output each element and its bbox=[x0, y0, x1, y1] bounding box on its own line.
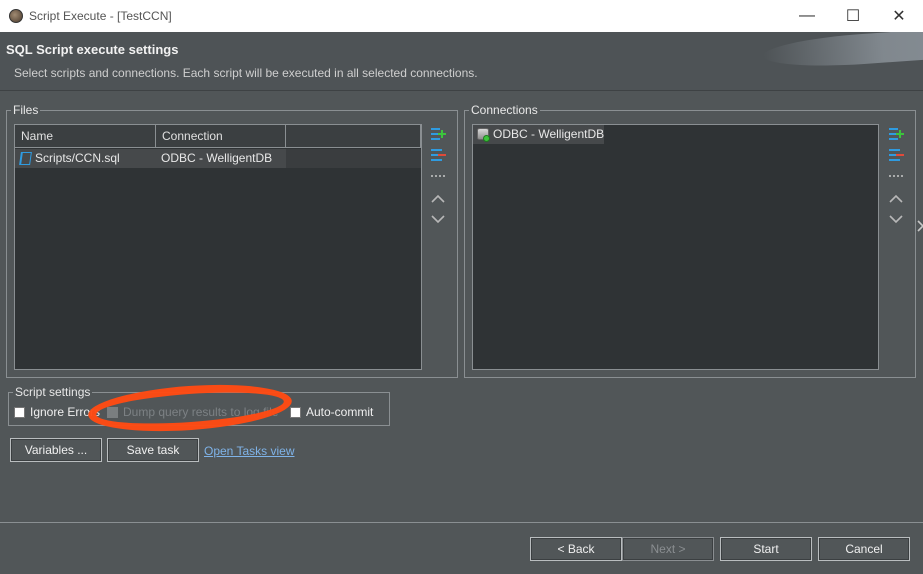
file-name: Scripts/CCN.sql bbox=[35, 151, 120, 165]
chevron-up-icon[interactable] bbox=[887, 191, 905, 207]
remove-icon[interactable] bbox=[429, 147, 447, 163]
page-description: Select scripts and connections. Each scr… bbox=[14, 66, 478, 80]
ellipsis-icon[interactable] bbox=[429, 168, 447, 184]
add-icon[interactable] bbox=[429, 126, 447, 142]
chevron-up-icon[interactable] bbox=[429, 191, 447, 207]
files-toolbar bbox=[429, 124, 447, 234]
page-title: SQL Script execute settings bbox=[6, 42, 179, 57]
auto-commit-box[interactable] bbox=[290, 406, 301, 418]
app-icon bbox=[9, 9, 23, 23]
start-button[interactable]: Start bbox=[720, 537, 812, 561]
maximize-button[interactable]: ☐ bbox=[830, 0, 876, 32]
database-icon bbox=[477, 128, 490, 142]
files-group-label: Files bbox=[11, 103, 41, 117]
save-task-button[interactable]: Save task bbox=[107, 438, 199, 462]
connections-toolbar bbox=[887, 124, 905, 234]
window-titlebar: Script Execute - [TestCCN] — ☐ ✕ bbox=[0, 0, 923, 32]
auto-commit-checkbox[interactable]: Auto-commit bbox=[290, 405, 373, 419]
footer-separator bbox=[0, 522, 923, 523]
column-header-name[interactable]: Name bbox=[15, 125, 156, 148]
chevron-down-icon[interactable] bbox=[429, 211, 447, 227]
ignore-errors-checkbox[interactable]: Ignore Errors bbox=[14, 405, 100, 419]
ignore-errors-box[interactable] bbox=[14, 406, 25, 418]
column-header-connection[interactable]: Connection bbox=[156, 125, 286, 148]
cancel-button[interactable]: Cancel bbox=[818, 537, 910, 561]
auto-commit-label: Auto-commit bbox=[306, 405, 374, 419]
file-connection-cell[interactable]: ODBC - WelligentDB bbox=[156, 149, 286, 168]
script-settings-label: Script settings bbox=[13, 385, 93, 399]
files-table-header: Name Connection bbox=[15, 125, 421, 148]
column-header-empty bbox=[286, 125, 421, 148]
connection-item-cell[interactable]: ODBC - WelligentDB bbox=[473, 125, 604, 144]
connection-name: ODBC - WelligentDB bbox=[493, 127, 605, 141]
minimize-button[interactable]: — bbox=[784, 0, 830, 32]
ellipsis-icon[interactable] bbox=[887, 168, 905, 184]
back-button[interactable]: < Back bbox=[530, 537, 622, 561]
files-table[interactable]: Name Connection Scripts/CCN.sql ODBC - W… bbox=[14, 124, 422, 370]
table-row[interactable]: Scripts/CCN.sql ODBC - WelligentDB bbox=[15, 149, 421, 168]
add-icon[interactable] bbox=[887, 126, 905, 142]
annotation-circle bbox=[86, 378, 294, 438]
file-name-cell[interactable]: Scripts/CCN.sql bbox=[15, 149, 156, 168]
close-button[interactable]: ✕ bbox=[876, 0, 922, 32]
pane-scroll-arrow[interactable] bbox=[917, 218, 923, 234]
remove-icon[interactable] bbox=[887, 147, 905, 163]
next-button: Next > bbox=[622, 537, 714, 561]
wizard-header: SQL Script execute settings Select scrip… bbox=[0, 32, 923, 91]
open-tasks-view-link[interactable]: Open Tasks view bbox=[204, 444, 295, 458]
chevron-down-icon[interactable] bbox=[887, 211, 905, 227]
connections-list[interactable]: ODBC - WelligentDB bbox=[472, 124, 879, 370]
connections-group-label: Connections bbox=[469, 103, 540, 117]
header-banner-graphic bbox=[762, 32, 923, 71]
row-filler bbox=[286, 149, 421, 168]
variables-button[interactable]: Variables ... bbox=[10, 438, 102, 462]
script-file-icon bbox=[19, 152, 32, 165]
list-item[interactable]: ODBC - WelligentDB bbox=[473, 125, 604, 144]
window-title: Script Execute - [TestCCN] bbox=[29, 9, 172, 23]
